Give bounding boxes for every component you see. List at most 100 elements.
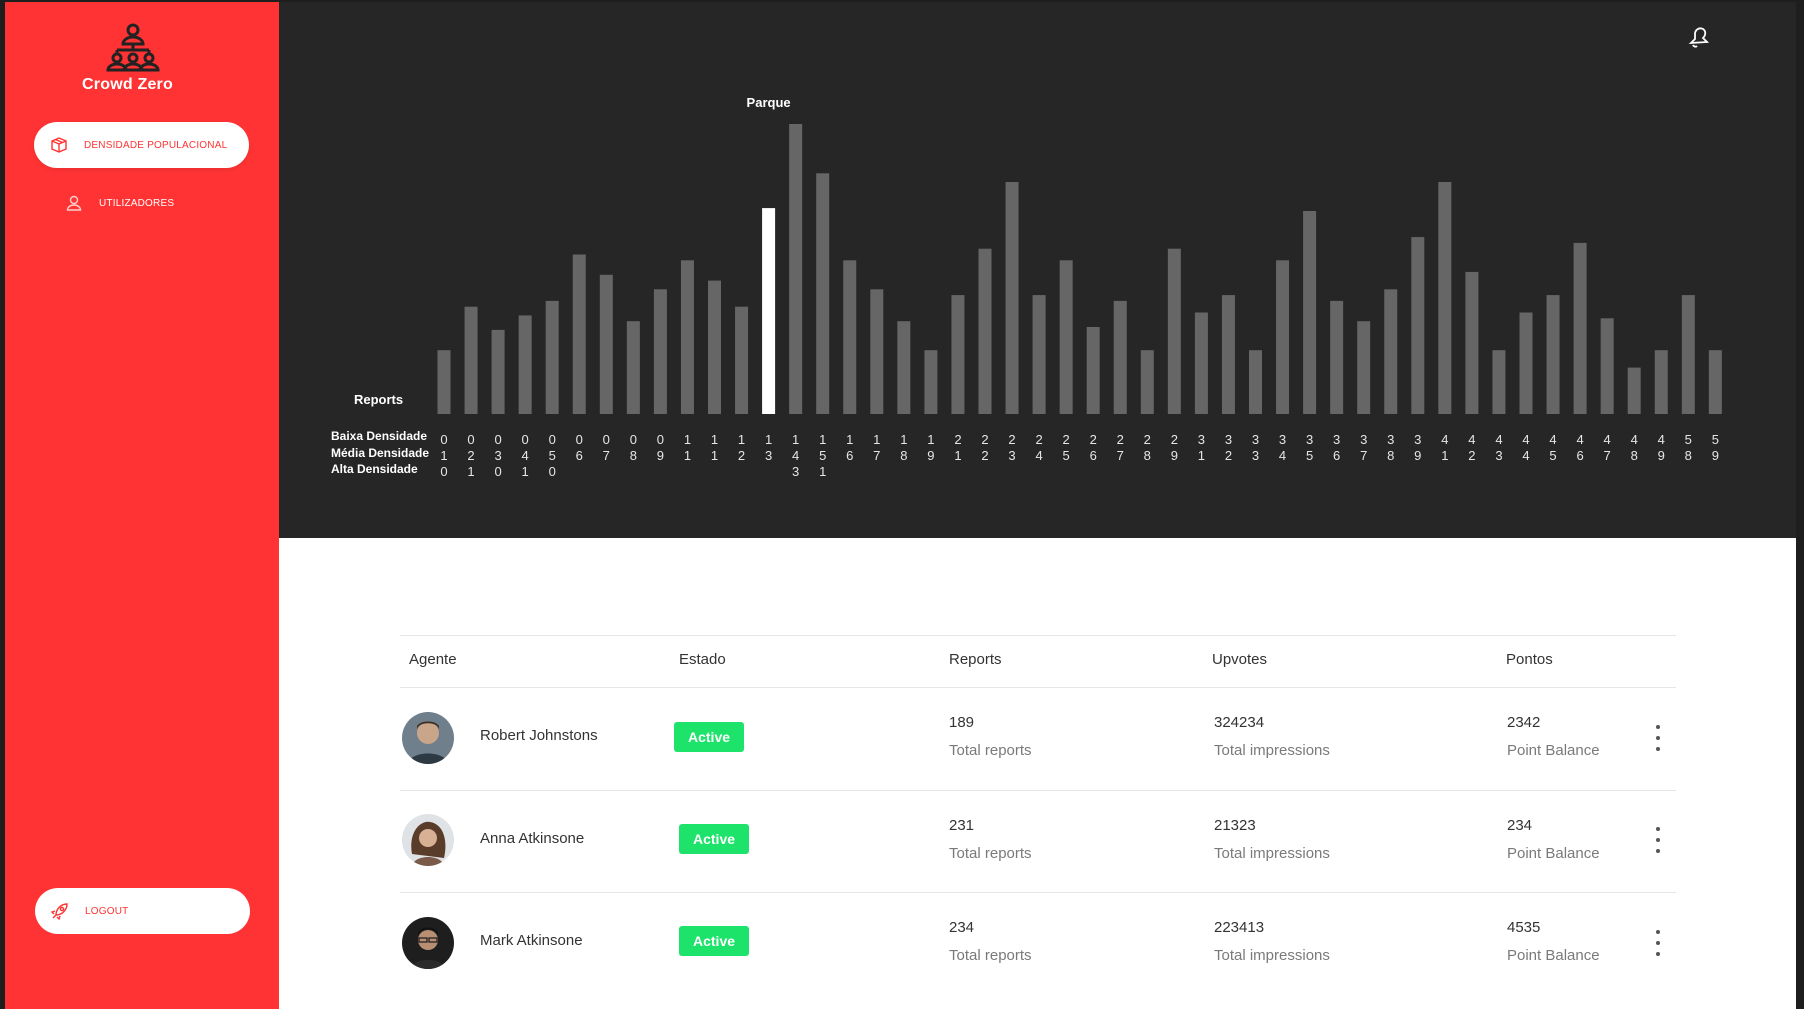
chart-bar[interactable] — [518, 315, 532, 414]
chart-bar[interactable] — [951, 295, 965, 414]
chart-bar[interactable] — [1221, 295, 1235, 414]
chart-bar[interactable] — [1654, 350, 1668, 414]
crowd-logo-icon — [106, 23, 160, 72]
chart-bar[interactable] — [653, 289, 667, 414]
chart-bar[interactable] — [545, 300, 559, 414]
chart-bar[interactable] — [680, 260, 694, 414]
x-tick-label: 030 — [494, 432, 501, 479]
upvotes-value: 223413 — [1214, 919, 1265, 936]
status-badge: Active — [679, 926, 750, 956]
chart-bar[interactable] — [843, 260, 857, 414]
x-tick-label: 09 — [657, 432, 664, 463]
x-tick-label: 33 — [1252, 432, 1259, 463]
x-tick-label: 25 — [1063, 432, 1070, 463]
table-divider — [400, 790, 1676, 791]
x-tick-label: 32 — [1225, 432, 1232, 463]
chart-bar[interactable] — [1140, 350, 1154, 414]
chart-bar[interactable] — [1086, 327, 1100, 414]
chart-bar[interactable] — [1059, 260, 1073, 414]
sidebar-item-utilizadores[interactable]: UTILIZADORES — [49, 180, 249, 226]
table-divider — [400, 892, 1676, 893]
chart-bar[interactable] — [626, 321, 640, 414]
chart-bar[interactable] — [1384, 289, 1398, 414]
points-caption: Point Balance — [1507, 947, 1600, 964]
chart-bar[interactable] — [1303, 211, 1317, 414]
chart-bar[interactable] — [1194, 312, 1208, 415]
chart-bar[interactable] — [437, 350, 451, 414]
chart-bar[interactable] — [789, 124, 803, 414]
logout-label: LOGOUT — [85, 905, 129, 917]
chart-legend: Baixa Densidade Média Densidade Alta Den… — [331, 428, 429, 478]
bell-icon[interactable] — [1686, 24, 1712, 50]
x-tick-label: 143 — [792, 432, 799, 479]
user-icon — [63, 192, 85, 214]
chart-bar[interactable] — [1411, 237, 1425, 414]
points-caption: Point Balance — [1507, 845, 1600, 862]
upvotes-caption: Total impressions — [1214, 845, 1330, 862]
chart-bar[interactable] — [1167, 248, 1181, 414]
chart-bar[interactable] — [1627, 367, 1641, 414]
status-badge: Active — [674, 722, 745, 752]
chart-bar[interactable] — [1438, 182, 1452, 414]
avatar — [402, 814, 454, 866]
x-tick-label: 06 — [576, 432, 583, 463]
chart-bar[interactable] — [978, 248, 992, 414]
x-tick-label: 45 — [1549, 432, 1556, 463]
chart-bar[interactable] — [897, 321, 911, 414]
row-menu-button[interactable] — [1653, 725, 1663, 751]
box-icon — [48, 134, 70, 156]
points-caption: Point Balance — [1507, 742, 1600, 759]
row-menu-button[interactable] — [1653, 827, 1663, 853]
reports-caption: Total reports — [949, 742, 1032, 759]
chart-bar[interactable] — [1465, 271, 1479, 414]
legend-baixa: Baixa Densidade — [331, 429, 428, 443]
x-tick-label: 38 — [1387, 432, 1394, 463]
sidebar-item-label: UTILIZADORES — [99, 197, 175, 209]
chart-bar[interactable] — [1032, 295, 1046, 414]
chart-bar[interactable] — [708, 280, 721, 414]
row-menu-button[interactable] — [1653, 930, 1663, 956]
chart-bar[interactable] — [1519, 312, 1533, 415]
avatar — [402, 712, 454, 764]
x-tick-label: 46 — [1576, 432, 1583, 463]
avatar — [402, 917, 454, 969]
chart-bar[interactable] — [1681, 295, 1695, 414]
chart-bar[interactable] — [1546, 295, 1560, 414]
x-tick-label: 34 — [1279, 432, 1286, 463]
x-tick-label: 29 — [1171, 432, 1178, 463]
chart-bar[interactable] — [1005, 182, 1019, 414]
rocket-icon — [49, 900, 71, 922]
chart-bar[interactable] — [816, 173, 830, 414]
chart-bar[interactable] — [491, 329, 505, 414]
chart-bar[interactable] — [1708, 350, 1722, 414]
x-tick-label: 42 — [1468, 432, 1475, 463]
chart-bar[interactable] — [572, 254, 586, 415]
x-tick-label: 37 — [1360, 432, 1367, 463]
upvotes-value: 324234 — [1214, 714, 1265, 731]
x-tick-label: 12 — [738, 432, 745, 463]
chart-bar[interactable] — [1249, 350, 1262, 414]
chart-bar[interactable] — [464, 306, 478, 414]
chart-bar[interactable] — [762, 208, 776, 414]
logout-button[interactable]: LOGOUT — [35, 888, 250, 934]
x-tick-label: 11 — [684, 432, 691, 463]
chart-bar[interactable] — [924, 350, 938, 414]
x-tick-label: 41 — [1441, 432, 1448, 463]
sidebar-item-label: DENSIDADE POPULACIONAL — [84, 139, 228, 151]
x-tick-label: 22 — [981, 432, 988, 463]
chart-bar[interactable] — [1357, 321, 1371, 414]
chart-bar[interactable] — [735, 306, 749, 414]
chart-bar[interactable] — [1492, 350, 1506, 414]
chart-bar[interactable] — [1600, 318, 1614, 414]
chart-bar[interactable] — [599, 274, 613, 414]
chart-bar[interactable] — [870, 289, 884, 414]
chart-bar[interactable] — [1276, 260, 1290, 414]
x-tick-label: 48 — [1631, 432, 1638, 463]
x-tick-label: 11 — [711, 432, 718, 463]
x-tick-label: 050 — [549, 432, 556, 479]
chart-bar[interactable] — [1113, 300, 1127, 414]
sidebar-item-densidade[interactable]: DENSIDADE POPULACIONAL — [34, 122, 249, 168]
col-header-status: Estado — [679, 651, 726, 668]
chart-bar[interactable] — [1330, 300, 1344, 414]
chart-bar[interactable] — [1573, 242, 1587, 414]
